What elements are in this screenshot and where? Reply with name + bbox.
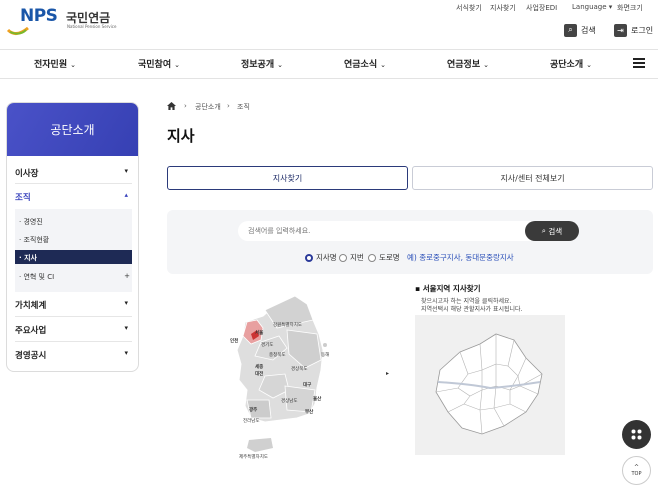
sidebar-title: 공단소개 [7, 103, 138, 156]
login-button[interactable]: ⇥ 로그인 [614, 22, 653, 38]
quick-menu-button[interactable] [622, 420, 651, 449]
gnb-bottom-divider [0, 78, 658, 79]
map-label-donghae: 동해 [321, 351, 329, 358]
map-label-ulsan: 울산 [313, 395, 322, 402]
plus-icon: + [124, 272, 130, 280]
chevron-down-icon: ▾ [124, 349, 128, 357]
map-label-incheon: 인천 [230, 337, 238, 344]
seoul-district-map[interactable] [430, 330, 550, 440]
chevron-right-icon: › [227, 102, 230, 110]
arrow-right-icon: ▸ [386, 370, 390, 377]
tab-all-branches[interactable]: 지사/센터 전체보기 [412, 166, 653, 190]
header-search-button[interactable]: ⌕ 검색 [564, 22, 596, 38]
util-link-edi[interactable]: 사업장EDI [526, 3, 557, 13]
radio-dot [368, 253, 376, 262]
hamburger-menu-icon[interactable] [633, 58, 645, 68]
breadcrumb-item-org[interactable]: 조직 [237, 102, 250, 112]
radio-lot-number[interactable]: 지번 [339, 252, 364, 263]
sidebar-item-organization[interactable]: 조직 ▴ [15, 191, 132, 203]
gnb-item-about[interactable]: 공단소개 ⌄ [550, 57, 592, 70]
scroll-top-button[interactable]: ^ TOP [622, 456, 651, 485]
map-label-seoul: 서울 [255, 329, 263, 336]
seoul-map-desc-2: 지역선택시 해당 관할지사가 표시됩니다. [421, 306, 523, 313]
chevron-down-icon: ▾ [124, 167, 128, 175]
gnb-top-divider [0, 49, 658, 50]
gnb-item-disclosure[interactable]: 정보공개 ⌄ [241, 57, 283, 70]
map-label-gwangju: 광주 [249, 406, 257, 413]
sidebar-sub-org-status[interactable]: · 조직현황 [19, 235, 49, 245]
sidebar-sub-branch[interactable]: · 지사 [19, 253, 37, 263]
util-link-forms[interactable]: 서식찾기 [456, 3, 482, 13]
sidebar-divider [15, 183, 132, 184]
sidebar-item-chairman[interactable]: 이사장 ▾ [15, 167, 132, 179]
tab-branch-search[interactable]: 지사찾기 [167, 166, 408, 190]
gnb-item-participation[interactable]: 국민참여 ⌄ [138, 57, 180, 70]
util-link-language[interactable]: Language ▾ [572, 3, 612, 11]
grid-icon [631, 429, 642, 440]
sidebar-item-disclosure[interactable]: 경영공시 ▾ [15, 349, 132, 361]
map-label-daegu: 대구 [303, 381, 311, 388]
sidebar-divider [15, 316, 132, 317]
sidebar-sub-history[interactable]: · 연혁 및 CI + [19, 272, 130, 282]
map-label-sejong: 세종 [255, 363, 263, 370]
korea-map[interactable]: 서울 인천 경기도 강원특별자치도 충청북도 세종 대전 경상북도 대구 울산 … [225, 290, 340, 465]
map-label-chungbuk: 충청북도 [269, 351, 286, 358]
search-icon: ⌕ [564, 23, 577, 37]
map-label-jeju: 제주특별자치도 [239, 453, 268, 460]
header-search-label: 검색 [581, 25, 596, 35]
chevron-down-icon: ▾ [124, 324, 128, 332]
radio-branch-name[interactable]: 지사명 [305, 252, 337, 263]
top-label: TOP [631, 470, 642, 477]
seoul-map-title: ▪ 서울지역 지사찾기 [415, 284, 481, 293]
map-label-gangwon: 강원특별자치도 [273, 321, 302, 328]
map-label-busan: 부산 [305, 408, 314, 415]
sidebar-item-values[interactable]: 가치체계 ▾ [15, 299, 132, 311]
sidebar: 공단소개 이사장 ▾ 조직 ▴ · 경영진 · 조직현황 · 지사 · 연혁 및 C… [6, 102, 139, 372]
chevron-right-icon: › [184, 102, 187, 110]
logo-text[interactable]: NPS [20, 6, 58, 26]
login-icon: ⇥ [614, 23, 627, 37]
map-label-gyeonggi: 경기도 [261, 341, 273, 348]
gnb-item-news[interactable]: 연금소식 ⌄ [344, 57, 386, 70]
map-label-jeonnam: 전라남도 [243, 417, 260, 424]
chevron-down-icon: ▾ [124, 299, 128, 307]
map-label-daejeon: 대전 [255, 370, 263, 377]
sidebar-divider [15, 341, 132, 342]
gnb-item-info[interactable]: 연금정보 ⌄ [447, 57, 489, 70]
page-title: 지사 [167, 127, 195, 145]
breadcrumb-item-about[interactable]: 공단소개 [195, 102, 221, 112]
sidebar-item-business[interactable]: 주요사업 ▾ [15, 324, 132, 336]
gnb-item-e-civil[interactable]: 전자민원 ⌄ [34, 57, 76, 70]
util-link-branch[interactable]: 지사찾기 [490, 3, 516, 13]
sidebar-sub-executives[interactable]: · 경영진 [19, 217, 43, 227]
map-label-gyeongnam: 경상남도 [281, 397, 298, 404]
search-icon: ⌕ [541, 226, 549, 235]
radio-dot-selected [305, 253, 313, 262]
radio-dot [339, 253, 347, 262]
search-example: 예) 종로중구지사, 동대문중랑지사 [407, 253, 514, 262]
search-panel [167, 210, 653, 274]
radio-road-name[interactable]: 도로명 [368, 252, 400, 263]
chevron-up-icon: ▴ [124, 191, 128, 199]
logo-english: National Pension Service [67, 24, 117, 29]
home-icon[interactable] [167, 102, 176, 110]
login-label: 로그인 [631, 25, 654, 35]
map-label-gyeongbuk: 경상북도 [291, 365, 308, 372]
search-button[interactable]: ⌕ 검색 [525, 221, 579, 241]
util-link-screen-size[interactable]: 화면크기 [617, 3, 643, 13]
